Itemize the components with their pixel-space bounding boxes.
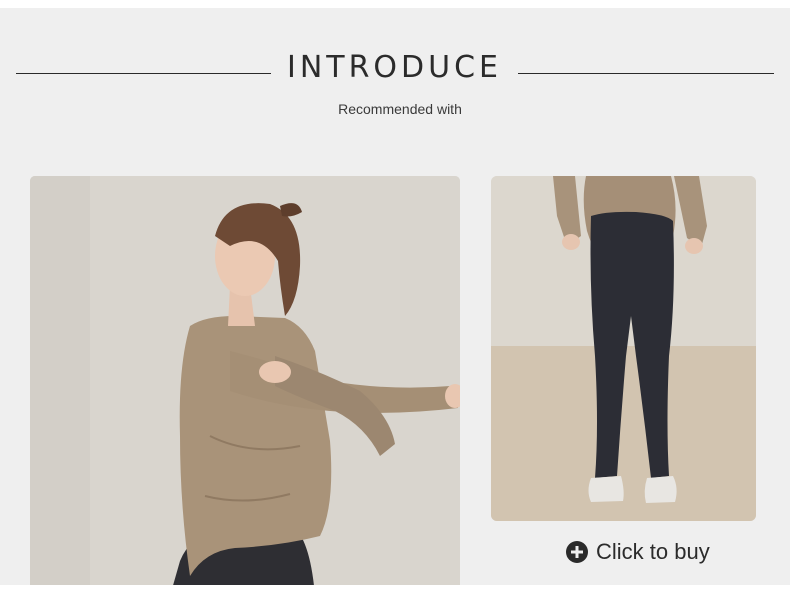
section-title: INTRODUCE <box>286 50 503 85</box>
click-to-buy-button[interactable]: Click to buy <box>566 538 710 566</box>
section-subtitle: Recommended with <box>338 101 462 117</box>
product-photo-main[interactable] <box>30 176 460 585</box>
plus-circle-icon <box>566 541 588 563</box>
click-to-buy-label: Click to buy <box>596 539 710 564</box>
back-view-illustration <box>491 176 756 521</box>
title-divider-right <box>518 73 774 74</box>
title-divider-left <box>16 73 271 74</box>
product-photo-back[interactable] <box>491 176 756 521</box>
model-stretching-illustration <box>30 176 460 585</box>
introduce-section: INTRODUCE Recommended with Click to buy <box>0 8 790 585</box>
